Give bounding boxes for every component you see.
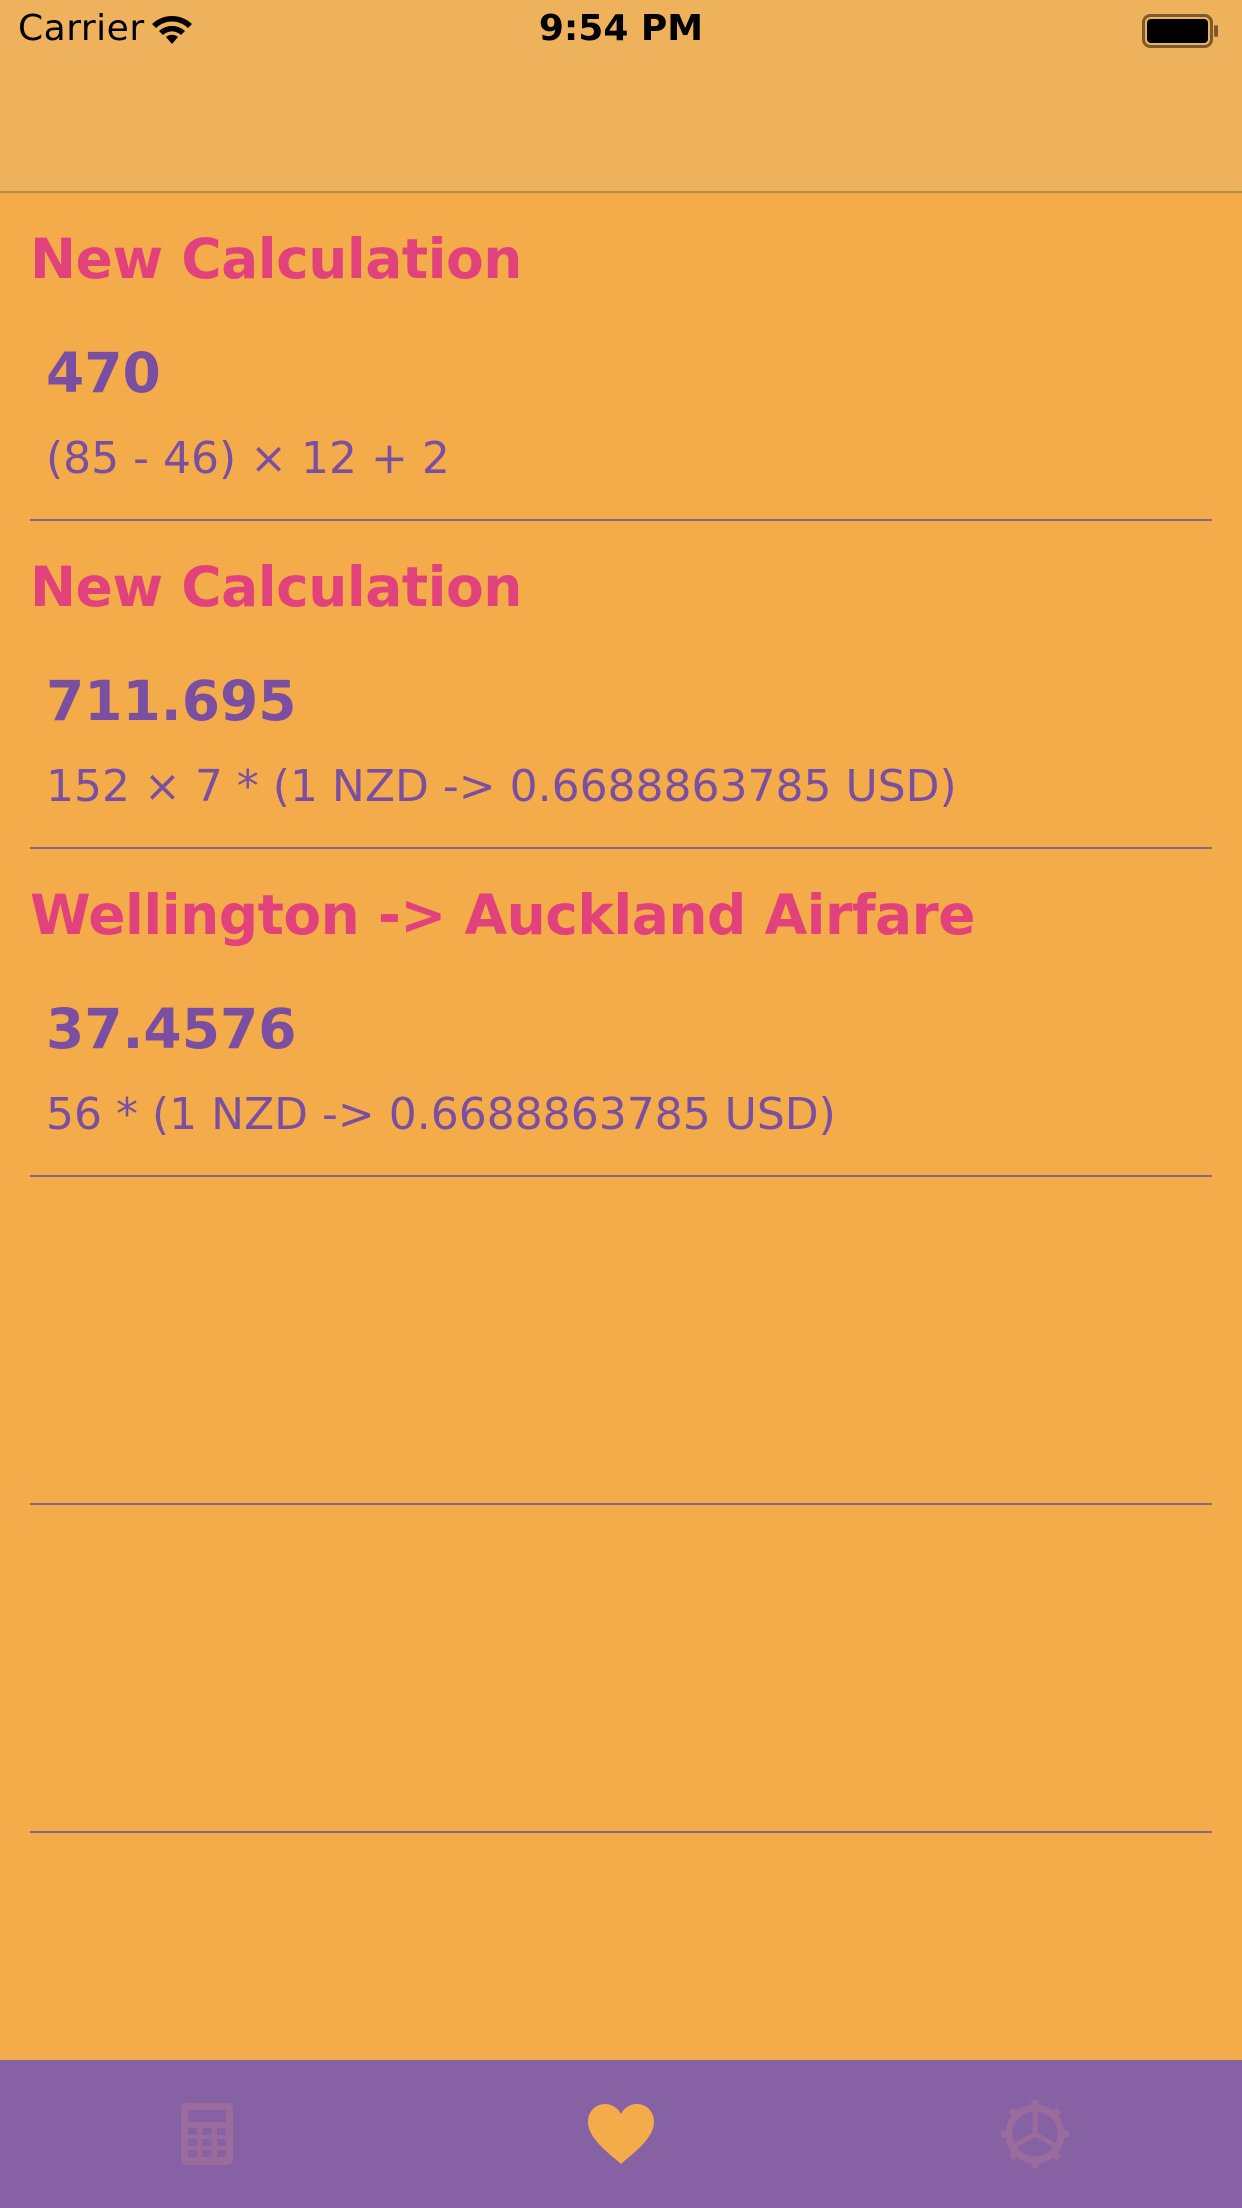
calculation-result: 37.4576 bbox=[46, 997, 297, 1061]
tab-calculator[interactable] bbox=[0, 2060, 414, 2208]
calculation-title: Wellington -> Auckland Airfare bbox=[30, 883, 976, 947]
calculation-expression: 56 * (1 NZD -> 0.6688863785 USD) bbox=[46, 1089, 836, 1140]
heart-icon bbox=[588, 2104, 654, 2164]
calculation-expression: (85 - 46) × 12 + 2 bbox=[46, 433, 450, 484]
calculation-result: 470 bbox=[46, 341, 161, 405]
calculation-row-empty[interactable] bbox=[30, 1177, 1212, 1505]
tab-favorites[interactable] bbox=[414, 2060, 828, 2208]
tab-bar bbox=[0, 2060, 1242, 2208]
calculation-result: 711.695 bbox=[46, 669, 297, 733]
calculation-row[interactable]: New Calculation 470 (85 - 46) × 12 + 2 bbox=[30, 193, 1212, 521]
calculation-title: New Calculation bbox=[30, 555, 522, 619]
calculation-list: New Calculation 470 (85 - 46) × 12 + 2 N… bbox=[30, 193, 1212, 1833]
tab-settings[interactable] bbox=[828, 2060, 1242, 2208]
calculation-row[interactable]: Wellington -> Auckland Airfare 37.4576 5… bbox=[30, 849, 1212, 1177]
status-time: 9:54 PM bbox=[538, 8, 704, 49]
calculator-icon bbox=[181, 2103, 233, 2165]
calculation-row[interactable]: New Calculation 711.695 152 × 7 * (1 NZD… bbox=[30, 521, 1212, 849]
battery-icon bbox=[1142, 14, 1218, 48]
calculation-title: New Calculation bbox=[30, 227, 522, 291]
calculation-row-empty[interactable] bbox=[30, 1505, 1212, 1833]
gear-icon bbox=[1001, 2100, 1069, 2168]
calculation-expression: 152 × 7 * (1 NZD -> 0.6688863785 USD) bbox=[46, 761, 957, 812]
status-bar: Carrier 9:54 PM bbox=[0, 0, 1242, 62]
